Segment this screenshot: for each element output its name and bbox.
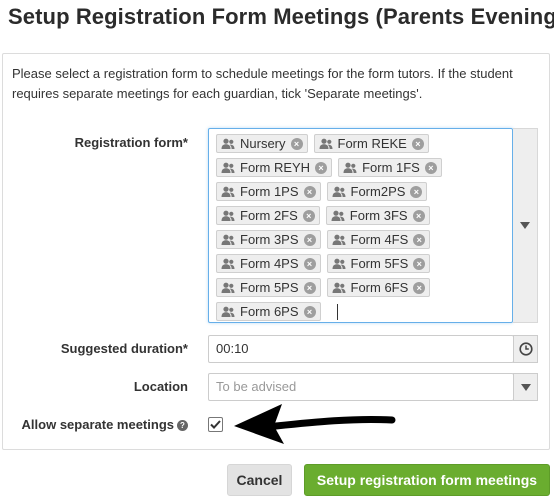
chip-label: Form2PS <box>350 184 406 199</box>
chip-label: Form 3PS <box>240 232 299 247</box>
remove-chip-icon[interactable]: × <box>424 161 437 174</box>
selected-form-chip[interactable]: Form REKE × <box>313 134 429 153</box>
remove-chip-icon[interactable]: × <box>290 137 303 150</box>
location-label: Location <box>133 379 188 394</box>
users-icon <box>221 258 235 270</box>
users-icon <box>332 234 346 246</box>
chip-label: Form 1PS <box>240 184 299 199</box>
users-icon <box>332 282 346 294</box>
selected-form-chip[interactable]: Nursery × <box>216 134 308 153</box>
registration-form-label: Registration form* <box>74 135 188 150</box>
allow-separate-checkbox[interactable] <box>208 417 223 432</box>
selected-form-chip[interactable]: Form 4FS × <box>326 230 431 249</box>
chip-label: Form 4FS <box>350 232 409 247</box>
allow-separate-text: Allow separate meetings <box>21 417 174 432</box>
annotation-arrow-icon <box>234 404 396 444</box>
users-icon <box>221 162 235 174</box>
chip-row: Form 3PS × Form 4FS × <box>216 230 431 249</box>
intro-text: Please select a registration form to sch… <box>12 66 513 101</box>
chip-label: Form 4PS <box>240 256 299 271</box>
location-dropdown-icon[interactable] <box>513 373 538 401</box>
users-icon <box>331 210 345 222</box>
chip-row: Form 1PS × Form2PS × <box>216 182 428 201</box>
selected-form-chip[interactable]: Form 3PS × <box>216 230 321 249</box>
help-icon[interactable]: ? <box>177 420 188 432</box>
remove-chip-icon[interactable]: × <box>413 281 426 294</box>
remove-chip-icon[interactable]: × <box>302 209 315 222</box>
suggested-duration-label: Suggested duration* <box>60 341 188 356</box>
page-title: Setup Registration Form Meetings (Parent… <box>8 4 554 29</box>
remove-chip-icon[interactable]: × <box>303 281 316 294</box>
chip-row: Form 6PS × <box>216 302 338 321</box>
location-placeholder: To be advised <box>216 379 297 394</box>
location-select[interactable]: To be advised <box>208 373 514 401</box>
duration-input[interactable]: 00:10 <box>208 335 514 363</box>
chip-label: Form 5FS <box>350 256 409 271</box>
remove-chip-icon[interactable]: × <box>303 257 316 270</box>
chip-label: Form REYH <box>240 160 311 175</box>
text-cursor <box>336 303 338 320</box>
remove-chip-icon[interactable]: × <box>411 137 424 150</box>
users-icon <box>332 258 346 270</box>
users-icon <box>221 138 235 150</box>
users-icon <box>319 138 333 150</box>
remove-chip-icon[interactable]: × <box>303 185 316 198</box>
selected-form-chip[interactable]: Form 2FS × <box>216 206 320 225</box>
setup-meetings-button[interactable]: Setup registration form meetings <box>304 464 550 496</box>
users-icon <box>221 234 235 246</box>
remove-chip-icon[interactable]: × <box>412 209 425 222</box>
selected-form-chip[interactable]: Form 3FS × <box>325 206 430 225</box>
selected-form-chip[interactable]: Form 5FS × <box>326 254 431 273</box>
selected-form-chip[interactable]: Form 1PS × <box>216 182 321 201</box>
chip-label: Form 2FS <box>240 208 298 223</box>
clock-icon[interactable] <box>513 335 538 363</box>
allow-separate-label: Allow separate meetings? <box>22 417 188 432</box>
cancel-button[interactable]: Cancel <box>227 464 292 496</box>
remove-chip-icon[interactable]: × <box>303 233 316 246</box>
chip-row: Nursery × Form REKE × <box>216 134 429 153</box>
checkmark-icon <box>210 420 221 429</box>
chip-label: Form 6FS <box>350 280 409 295</box>
remove-chip-icon[interactable]: × <box>315 161 328 174</box>
chip-label: Form 5PS <box>240 280 299 295</box>
remove-chip-icon[interactable]: × <box>410 185 423 198</box>
selected-form-chip[interactable]: Form 1FS × <box>338 158 442 177</box>
chip-row: Form 2FS × Form 3FS × <box>216 206 430 225</box>
chip-row: Form 4PS × Form 5FS × <box>216 254 431 273</box>
chip-label: Form 6PS <box>240 304 299 319</box>
selected-form-chip[interactable]: Form 4PS × <box>216 254 321 273</box>
remove-chip-icon[interactable]: × <box>303 305 316 318</box>
chip-label: Form REKE <box>337 136 407 151</box>
selected-form-chip[interactable]: Form REYH × <box>216 158 333 177</box>
chip-row: Form REYH × Form 1FS × <box>216 158 442 177</box>
remove-chip-icon[interactable]: × <box>413 257 426 270</box>
users-icon <box>221 282 235 294</box>
remove-chip-icon[interactable]: × <box>413 233 426 246</box>
chip-row: Form 5PS × Form 6FS × <box>216 278 431 297</box>
users-icon <box>221 210 235 222</box>
selected-form-chip[interactable]: Form2PS × <box>326 182 428 201</box>
chip-label: Form 3FS <box>349 208 408 223</box>
selected-form-chip[interactable]: Form 6PS × <box>216 302 321 321</box>
selected-form-chip[interactable]: Form 5PS × <box>216 278 321 297</box>
dropdown-arrow-icon[interactable] <box>513 128 538 323</box>
users-icon <box>221 186 235 198</box>
users-icon <box>343 162 357 174</box>
users-icon <box>332 186 346 198</box>
selected-form-chip[interactable]: Form 6FS × <box>326 278 431 297</box>
users-icon <box>221 306 235 318</box>
chip-label: Nursery <box>240 136 286 151</box>
registration-form-select[interactable]: Nursery × Form REKE × Form REYH × Form 1FS × For… <box>208 128 513 323</box>
chip-label: Form 1FS <box>362 160 420 175</box>
